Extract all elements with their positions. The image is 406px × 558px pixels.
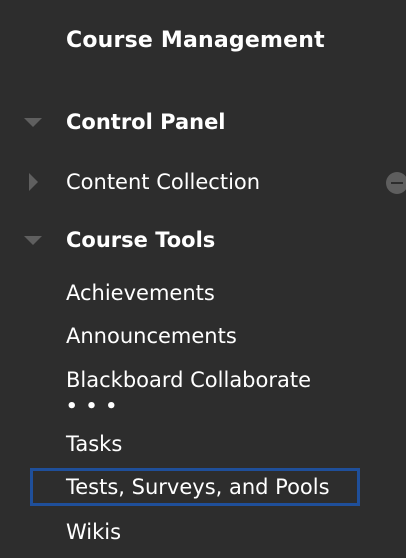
tool-achievements[interactable]: Achievements [66, 275, 215, 311]
course-menu-panel: Course Management Control Panel Content … [0, 0, 406, 558]
tool-tasks[interactable]: Tasks [66, 426, 122, 462]
triangle-right-icon[interactable] [20, 162, 46, 202]
course-management-heading: Course Management [66, 28, 325, 53]
control-panel-label[interactable]: Control Panel [66, 102, 226, 142]
content-collection-row[interactable]: Content Collection [0, 162, 406, 202]
tool-tests-surveys-pools[interactable]: Tests, Surveys, and Pools [66, 469, 330, 505]
tool-announcements[interactable]: Announcements [66, 318, 237, 354]
triangle-down-icon[interactable] [20, 102, 46, 142]
course-tools-row[interactable]: Course Tools [0, 220, 406, 260]
tool-blackboard-collaborate[interactable]: Blackboard Collaborate [66, 362, 311, 398]
content-collection-label[interactable]: Content Collection [66, 162, 260, 202]
more-ellipsis: • • • [66, 396, 119, 417]
control-panel-row[interactable]: Control Panel [0, 102, 406, 142]
course-tools-label[interactable]: Course Tools [66, 220, 215, 260]
collapse-circle-icon[interactable] [386, 172, 406, 194]
triangle-down-icon[interactable] [20, 220, 46, 260]
tool-wikis[interactable]: Wikis [66, 514, 121, 550]
